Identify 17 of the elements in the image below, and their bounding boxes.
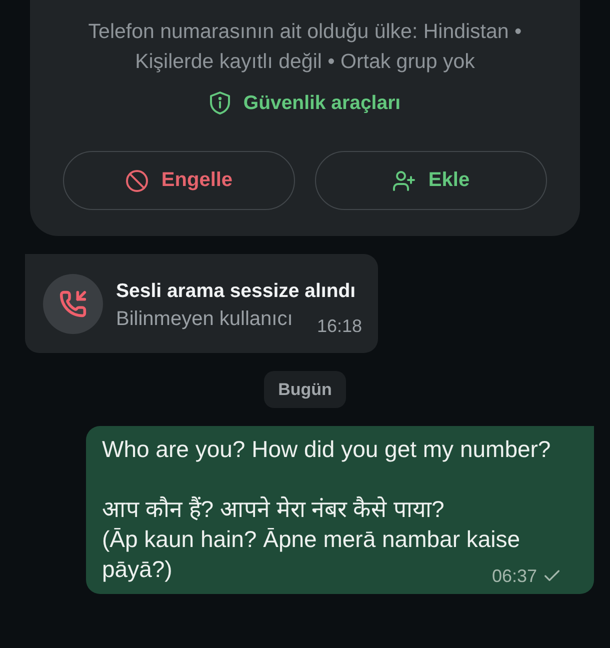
block-button[interactable]: Engelle <box>63 151 295 210</box>
date-chip: Bugün <box>264 371 346 408</box>
shield-info-icon <box>209 91 232 115</box>
message-text: आप कौन हैं? आपने मेरा नंबर कैसे पाया? <box>102 495 444 524</box>
message-text: pāyā?) <box>102 555 172 584</box>
block-icon <box>125 168 150 192</box>
message-text: (Āp kaun hain? Āpne merā nambar kaise <box>102 525 520 554</box>
contact-info-text: Telefon numarasının ait olduğu ülke: Hindistan • Kişilerde kayıtlı değil • Ortak grup yok <box>87 19 523 75</box>
message-time: 06:37 <box>492 566 537 586</box>
message-text: Who are you? How did you get my number? <box>102 435 551 464</box>
safety-tools-link[interactable]: Güvenlik araçları <box>209 89 401 117</box>
call-title: Sesli arama sessize alındı <box>116 278 356 304</box>
call-time: 16:18 <box>316 316 362 336</box>
call-subtitle: Bilinmeyen kullanıcı <box>116 306 293 332</box>
add-person-icon <box>392 168 416 192</box>
add-button[interactable]: Ekle <box>315 151 547 210</box>
incoming-call-icon <box>59 290 87 318</box>
